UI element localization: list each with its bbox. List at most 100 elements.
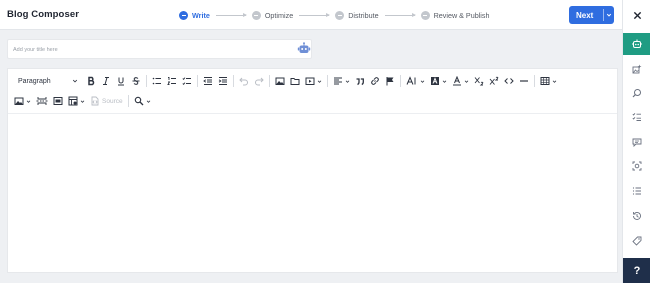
insert-table-button[interactable] xyxy=(540,74,557,88)
chevron-down-icon xyxy=(345,79,350,83)
outdent-button[interactable] xyxy=(203,74,213,88)
find-replace-button[interactable] xyxy=(134,94,151,108)
anchor-flag-button[interactable] xyxy=(385,74,395,88)
link-icon xyxy=(371,77,379,85)
step-label: Optimize xyxy=(264,11,294,20)
background-color-icon xyxy=(431,77,439,85)
chevron-down-icon xyxy=(146,99,150,103)
bold-icon xyxy=(88,76,95,86)
indent-icon xyxy=(218,77,227,85)
alignment-button[interactable] xyxy=(333,74,350,88)
undo-button[interactable] xyxy=(239,74,249,88)
insert-image-button[interactable] xyxy=(275,74,285,88)
ai-image-button[interactable] xyxy=(626,58,648,80)
embed-block-icon xyxy=(53,97,63,105)
toolbar-row: Paragraph xyxy=(14,74,562,88)
next-button-group: Next xyxy=(569,6,614,24)
source-label: Source xyxy=(102,97,123,105)
step-indicator-icon xyxy=(179,11,188,20)
title-input[interactable] xyxy=(13,43,273,56)
checklist-button[interactable] xyxy=(626,106,648,128)
ai-image-icon xyxy=(632,64,642,74)
comments-button[interactable] xyxy=(626,131,648,153)
code-icon xyxy=(504,78,514,84)
image-icon xyxy=(14,97,24,105)
file-manager-button[interactable] xyxy=(290,74,300,88)
toolbar-row: Source xyxy=(14,94,156,108)
step-arrow xyxy=(384,13,416,17)
font-color-icon xyxy=(453,76,461,86)
strikethrough-button[interactable] xyxy=(131,74,141,88)
redo-button[interactable] xyxy=(254,74,264,88)
flag-icon xyxy=(386,77,394,86)
superscript-button[interactable] xyxy=(489,74,499,88)
editor-content-area[interactable] xyxy=(8,115,617,272)
image-style-button[interactable] xyxy=(14,94,31,108)
help-button[interactable]: ? xyxy=(623,258,650,283)
bulleted-list-button[interactable] xyxy=(152,74,162,88)
todo-list-button[interactable] xyxy=(182,74,192,88)
redo-icon xyxy=(255,77,264,86)
subscript-icon xyxy=(474,77,484,86)
toolbar-divider xyxy=(233,75,234,87)
step-indicator-icon xyxy=(420,11,430,20)
outline-button[interactable] xyxy=(626,180,648,202)
checklist-icon xyxy=(632,113,641,121)
text-case-icon xyxy=(406,76,416,85)
superscript-icon xyxy=(489,76,499,85)
outline-list-icon xyxy=(632,187,641,195)
step-distribute[interactable]: Distribute xyxy=(335,11,379,20)
indent-button[interactable] xyxy=(218,74,228,88)
subscript-button[interactable] xyxy=(474,74,484,88)
seo-search-button[interactable] xyxy=(626,82,648,104)
comment-icon xyxy=(632,138,642,147)
embed-button[interactable] xyxy=(53,94,63,108)
blockquote-button[interactable] xyxy=(355,74,365,88)
next-button[interactable]: Next xyxy=(569,11,603,20)
focus-scan-button[interactable] xyxy=(626,155,648,177)
step-indicator-icon xyxy=(251,11,261,20)
bold-button[interactable] xyxy=(86,74,96,88)
page-break-icon xyxy=(36,97,48,105)
chevron-down-icon xyxy=(26,99,31,103)
template-button[interactable] xyxy=(68,94,85,108)
tags-button[interactable] xyxy=(626,230,648,252)
toolbar-divider xyxy=(269,75,270,87)
step-write[interactable]: Write xyxy=(179,11,210,20)
chevron-down-icon xyxy=(552,79,557,83)
robot-icon[interactable] xyxy=(297,42,311,56)
font-color-button[interactable] xyxy=(452,74,469,88)
next-options-button[interactable] xyxy=(604,6,614,24)
italic-button[interactable] xyxy=(101,74,111,88)
outdent-icon xyxy=(203,77,212,85)
history-button[interactable] xyxy=(626,205,648,227)
step-optimize[interactable]: Optimize xyxy=(251,11,294,20)
source-button[interactable]: Source xyxy=(90,94,123,108)
numbered-list-button[interactable] xyxy=(167,74,177,88)
underline-icon xyxy=(118,77,124,86)
insert-media-button[interactable] xyxy=(305,74,322,88)
focus-scan-icon xyxy=(632,161,642,171)
page-break-button[interactable] xyxy=(36,94,48,108)
title-bar xyxy=(7,39,312,59)
text-case-button[interactable] xyxy=(406,74,425,88)
workflow-stepper: Write Optimize Distribute Review & Publi… xyxy=(179,10,490,21)
horizontal-line-button[interactable] xyxy=(519,74,529,88)
strikethrough-icon xyxy=(132,77,140,85)
paragraph-format-select[interactable]: Paragraph xyxy=(14,74,80,88)
step-review-publish[interactable]: Review & Publish xyxy=(420,11,490,20)
underline-button[interactable] xyxy=(116,74,126,88)
ai-assistant-button[interactable] xyxy=(623,33,650,55)
image-icon xyxy=(275,77,285,85)
rich-text-editor: Paragraph Source xyxy=(7,68,618,273)
find-replace-icon xyxy=(134,96,144,106)
toolbar-divider xyxy=(327,75,328,87)
quote-icon xyxy=(356,78,364,86)
ai-assistant-icon xyxy=(632,39,642,48)
code-button[interactable] xyxy=(504,74,514,88)
chevron-down-icon xyxy=(80,99,85,103)
main-area: Blog Composer Write Optimize Distribute … xyxy=(0,0,622,283)
link-button[interactable] xyxy=(370,74,380,88)
highlight-color-button[interactable] xyxy=(430,74,447,88)
close-button[interactable] xyxy=(626,4,648,26)
